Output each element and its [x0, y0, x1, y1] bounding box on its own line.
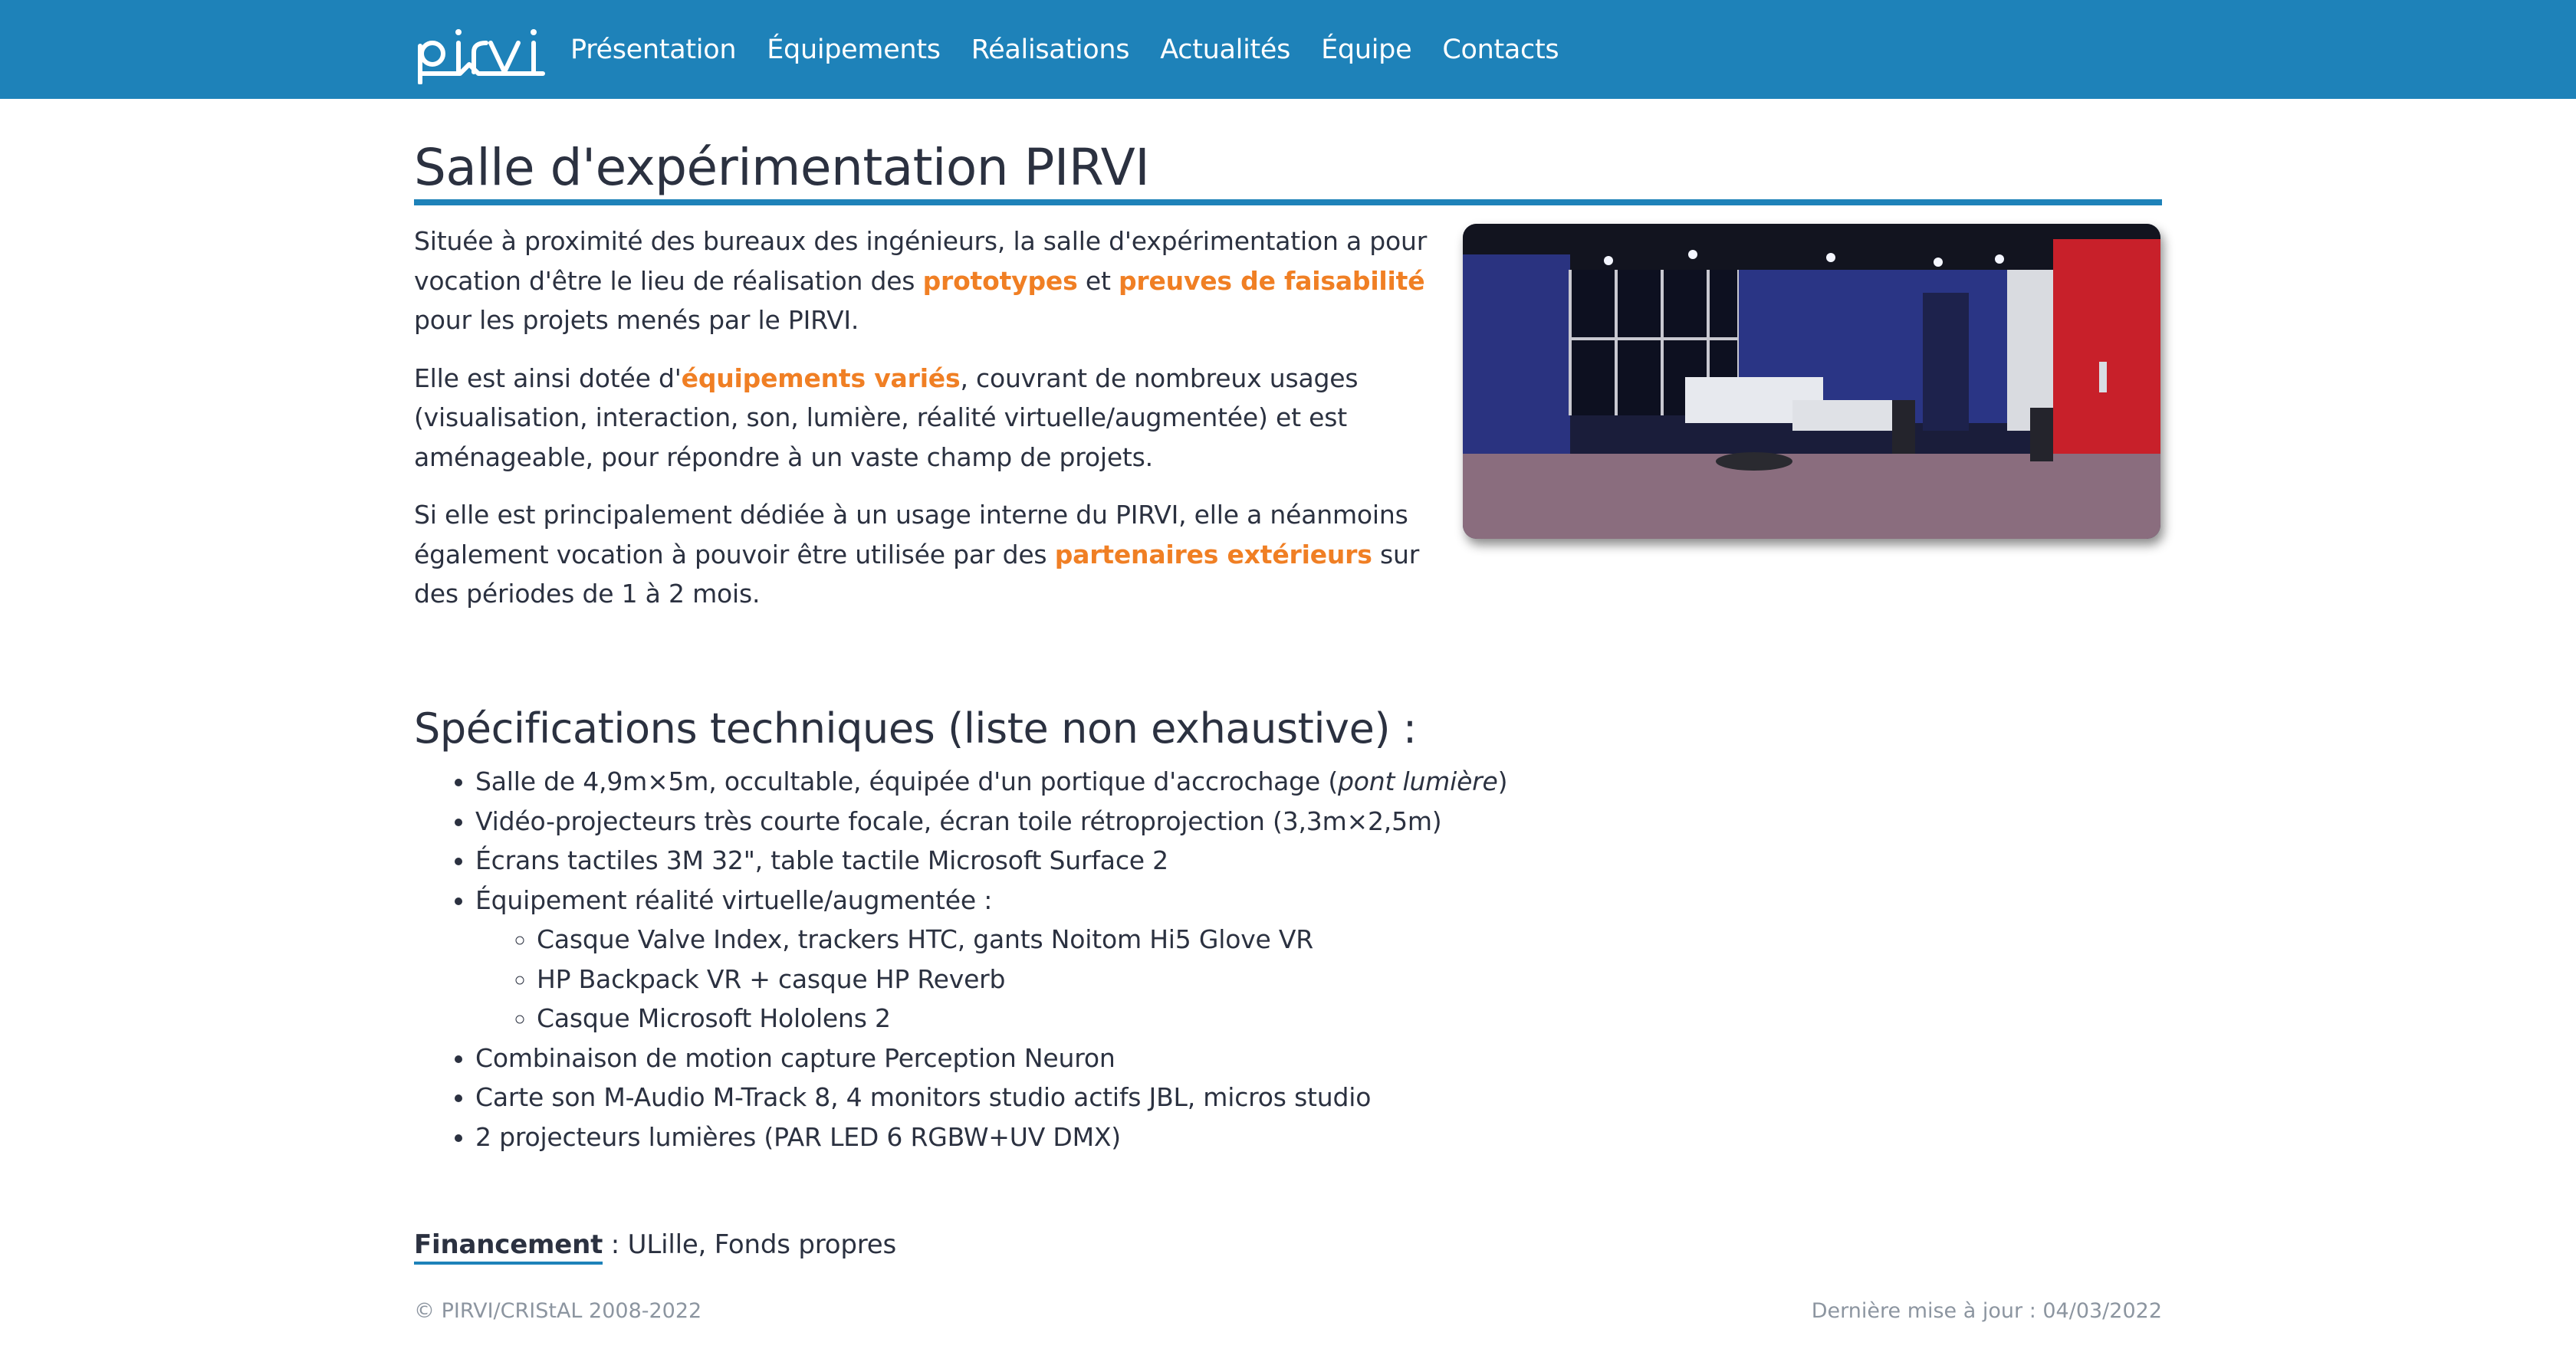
- spec-item: Carte son M-Audio M-Track 8, 4 monitors …: [475, 1078, 1507, 1117]
- intro-1-text-b: et: [1077, 265, 1119, 296]
- spec-subitem: HP Backpack VR + casque HP Reverb: [537, 960, 1507, 999]
- nav-equipements[interactable]: Équipements: [767, 34, 941, 65]
- spec-item: Combinaison de motion capture Perception…: [475, 1039, 1507, 1078]
- nav-presentation[interactable]: Présentation: [570, 34, 737, 65]
- room-panorama-image: [1463, 224, 2160, 539]
- spec-1-italic: pont lumière: [1338, 766, 1498, 796]
- spec-item: 2 projecteurs lumières (PAR LED 6 RGBW+U…: [475, 1117, 1507, 1157]
- link-equipements-varies[interactable]: équipements variés: [682, 363, 961, 393]
- spec-item: Vidéo-projecteurs très courte focale, éc…: [475, 802, 1507, 842]
- spec-vr-sublist: Casque Valve Index, trackers HTC, gants …: [475, 920, 1507, 1039]
- page-title: Salle d'expérimentation PIRVI: [414, 137, 2162, 206]
- funding-line: Financement : ULille, Fonds propres: [414, 1229, 897, 1265]
- link-preuves-faisabilite[interactable]: preuves de faisabilité: [1119, 266, 1425, 296]
- spec-item: Écrans tactiles 3M 32", table tactile Mi…: [475, 841, 1507, 881]
- nav-realisations[interactable]: Réalisations: [971, 34, 1130, 65]
- link-prototypes[interactable]: prototypes: [923, 266, 1078, 296]
- nav-equipe[interactable]: Équipe: [1321, 34, 1412, 65]
- link-partenaires-exterieurs[interactable]: partenaires extérieurs: [1055, 540, 1372, 569]
- footer-copyright: © PIRVI/CRIStAL 2008-2022: [414, 1299, 702, 1323]
- intro-paragraph-1: Située à proximité des bureaux des ingén…: [414, 222, 1441, 340]
- nav-contacts[interactable]: Contacts: [1442, 34, 1559, 65]
- nav-inner: Présentation Équipements Réalisations Ac…: [414, 0, 1589, 99]
- specs-list: Salle de 4,9m×5m, occultable, équipée d'…: [414, 762, 1508, 1157]
- specs-title: Spécifications techniques (liste non exh…: [414, 704, 1417, 753]
- pirvi-logo[interactable]: [414, 15, 547, 84]
- top-navbar: Présentation Équipements Réalisations Ac…: [0, 0, 2576, 99]
- funding-label: Financement: [414, 1229, 603, 1265]
- intro-text: Située à proximité des bureaux des ingén…: [414, 222, 1441, 632]
- room-panorama-photo: [1463, 224, 2160, 539]
- spec-item: Salle de 4,9m×5m, occultable, équipée d'…: [475, 762, 1508, 802]
- spec-subitem: Casque Valve Index, trackers HTC, gants …: [537, 920, 1507, 960]
- spec-subitem: Casque Microsoft Hololens 2: [537, 999, 1507, 1039]
- intro-1-text-c: pour les projets menés par le PIRVI.: [414, 305, 859, 335]
- spec-4-label: Équipement réalité virtuelle/augmentée :: [475, 884, 993, 915]
- spec-1-prefix: Salle de 4,9m×5m, occultable, équipée d'…: [475, 766, 1338, 796]
- spec-1-suffix: ): [1497, 766, 1508, 796]
- spec-item-vr: Équipement réalité virtuelle/augmentée :…: [475, 881, 1507, 1039]
- intro-2-text-a: Elle est ainsi dotée d': [414, 363, 682, 393]
- funding-value: : ULille, Fonds propres: [603, 1229, 897, 1260]
- footer-last-update: Dernière mise à jour : 04/03/2022: [1811, 1299, 2162, 1323]
- intro-paragraph-2: Elle est ainsi dotée d'équipements varié…: [414, 359, 1441, 477]
- intro-paragraph-3: Si elle est principalement dédiée à un u…: [414, 495, 1441, 614]
- nav-actualites[interactable]: Actualités: [1160, 34, 1290, 65]
